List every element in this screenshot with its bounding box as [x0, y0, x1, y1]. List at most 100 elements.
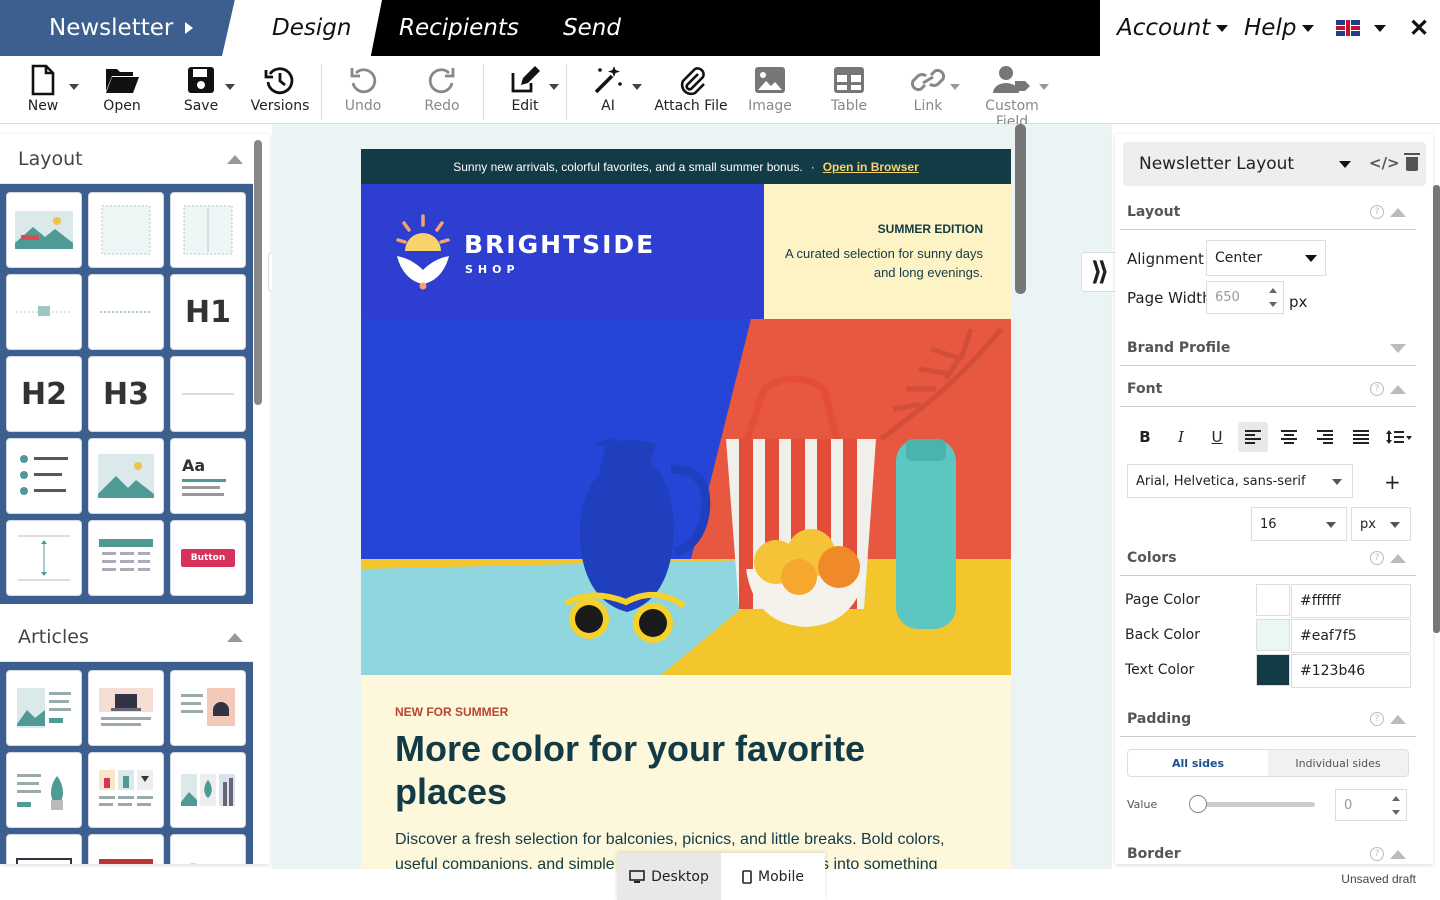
tab-send[interactable]: Send [563, 15, 621, 41]
justify-button[interactable] [1346, 422, 1376, 452]
desktop-view-button[interactable]: Desktop [617, 853, 721, 900]
help-icon[interactable]: ? [1370, 847, 1384, 861]
block-article-card[interactable] [6, 834, 82, 864]
help-icon[interactable]: ? [1370, 551, 1384, 565]
block-article-badge[interactable] [88, 834, 164, 864]
block-article-laptop[interactable] [88, 670, 164, 746]
template-select[interactable]: Newsletter Layout </> [1123, 142, 1426, 186]
padding-slider-track[interactable] [1191, 802, 1315, 807]
collapse-icon[interactable] [1390, 850, 1406, 859]
font-family-select[interactable]: Arial, Helvetica, sans-serif [1127, 464, 1353, 498]
block-spacer[interactable] [88, 274, 164, 350]
collapse-icon[interactable] [227, 633, 243, 642]
mobile-view-button[interactable]: Mobile [721, 853, 825, 900]
align-left-button[interactable] [1238, 422, 1268, 452]
all-sides-option[interactable]: All sides [1128, 750, 1268, 776]
collapse-right-panel-button[interactable]: ⟫ [1081, 252, 1119, 292]
line-height-button[interactable] [1382, 422, 1416, 452]
attach-file-button[interactable]: Attach File [651, 62, 731, 114]
page-width-input[interactable]: 650 [1206, 281, 1284, 314]
font-unit-select[interactable]: px [1351, 507, 1411, 541]
help-menu[interactable]: Help [1244, 15, 1315, 41]
block-image[interactable] [88, 438, 164, 514]
block-text[interactable]: Aa [170, 438, 246, 514]
block-vertical-spacer[interactable] [6, 520, 82, 596]
expand-icon[interactable] [1390, 344, 1406, 353]
text-color-input[interactable]: #123b46 [1291, 654, 1411, 688]
custom-field-button[interactable]: Custom Field [967, 62, 1057, 130]
stepper-icon[interactable] [1388, 792, 1404, 820]
collapse-icon[interactable] [227, 155, 243, 164]
block-article-profile[interactable] [170, 834, 246, 864]
link-button[interactable]: Link [888, 62, 968, 114]
block-button[interactable]: Button [170, 520, 246, 596]
block-heading-2[interactable]: H2 [6, 356, 82, 432]
versions-button[interactable]: Versions [240, 62, 320, 114]
tab-recipients[interactable]: Recipients [399, 15, 519, 41]
help-icon[interactable]: ? [1370, 712, 1384, 726]
code-icon[interactable]: </> [1369, 154, 1400, 172]
save-button[interactable]: Save [161, 62, 241, 114]
left-panel-scrollbar[interactable] [254, 140, 262, 405]
stepper-icon[interactable] [1265, 284, 1281, 312]
block-image-banner[interactable] [6, 192, 82, 268]
block-table[interactable] [88, 520, 164, 596]
collapse-icon[interactable] [1390, 715, 1406, 724]
table-button[interactable]: Table [809, 62, 889, 114]
page-color-swatch[interactable] [1256, 584, 1290, 616]
block-heading-1[interactable]: H1 [170, 274, 246, 350]
back-color-input[interactable]: #eaf7f5 [1291, 619, 1411, 653]
redo-button[interactable]: Redo [402, 62, 482, 114]
canvas-scrollbar[interactable] [1015, 124, 1026, 294]
tab-design[interactable]: Design [272, 15, 351, 41]
layout-section-header[interactable]: Layout [0, 134, 253, 184]
trash-icon[interactable] [1404, 153, 1420, 171]
text-color-swatch[interactable] [1256, 654, 1290, 686]
font-size-select[interactable]: 16 [1251, 507, 1347, 541]
collapse-icon[interactable] [1390, 554, 1406, 563]
articles-section-header[interactable]: Articles [0, 612, 253, 662]
page-color-input[interactable]: #ffffff [1291, 584, 1411, 618]
image-button[interactable]: Image [730, 62, 810, 114]
block-article-plant[interactable] [6, 752, 82, 828]
block-divider[interactable] [170, 356, 246, 432]
block-article-image-left[interactable] [6, 670, 82, 746]
help-icon[interactable]: ? [1370, 205, 1384, 219]
block-single-column[interactable] [88, 192, 164, 268]
colors-header[interactable]: Colors ? [1120, 550, 1416, 576]
block-article-gallery[interactable] [170, 752, 246, 828]
account-menu[interactable]: Account [1117, 15, 1229, 41]
help-icon[interactable]: ? [1370, 382, 1384, 396]
undo-button[interactable]: Undo [323, 62, 403, 114]
block-article-three-images[interactable] [88, 752, 164, 828]
collapse-icon[interactable] [1390, 208, 1406, 217]
padding-value-input[interactable]: 0 [1335, 789, 1407, 821]
close-icon[interactable]: ✕ [1409, 14, 1429, 43]
font-settings-header[interactable]: Font ? [1120, 381, 1416, 407]
brand-profile-header[interactable]: Brand Profile [1120, 340, 1416, 366]
block-article-image-right[interactable] [170, 670, 246, 746]
back-color-swatch[interactable] [1256, 619, 1290, 651]
open-in-browser-link[interactable]: Open in Browser [823, 160, 919, 174]
edit-button[interactable]: Edit [485, 62, 565, 114]
ai-button[interactable]: AI [568, 62, 648, 114]
padding-slider-thumb[interactable] [1189, 795, 1207, 813]
new-button[interactable]: New [3, 62, 83, 114]
border-header[interactable]: Border ? [1120, 846, 1416, 864]
block-checklist[interactable] [6, 438, 82, 514]
add-font-button[interactable]: + [1384, 470, 1401, 494]
alignment-select[interactable]: Center [1206, 240, 1326, 276]
right-panel-scrollbar[interactable] [1433, 185, 1440, 633]
underline-button[interactable]: U [1202, 422, 1232, 452]
bold-button[interactable]: B [1130, 422, 1160, 452]
italic-button[interactable]: I [1166, 422, 1196, 452]
padding-header[interactable]: Padding ? [1120, 711, 1416, 737]
block-two-column[interactable] [170, 192, 246, 268]
open-button[interactable]: Open [82, 62, 162, 114]
block-heading-3[interactable]: H3 [88, 356, 164, 432]
newsletter-menu[interactable]: Newsletter [0, 0, 250, 56]
layout-settings-header[interactable]: Layout ? [1120, 204, 1416, 230]
individual-sides-option[interactable]: Individual sides [1268, 750, 1408, 776]
collapse-icon[interactable] [1390, 385, 1406, 394]
block-small-image[interactable] [6, 274, 82, 350]
